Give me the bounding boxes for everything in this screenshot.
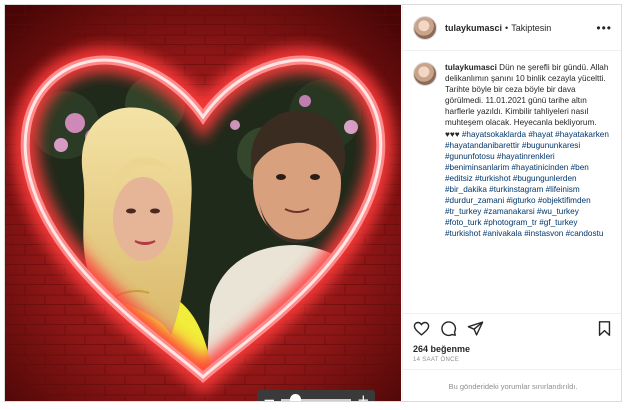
caption-text: tulaykumasci Dün ne şerefli bir gündü. A… bbox=[445, 62, 613, 310]
zoom-slider-handle[interactable] bbox=[290, 394, 301, 401]
post-header: tulaykumasci • Takiptesin ••• bbox=[403, 5, 621, 51]
header-separator: • bbox=[505, 22, 509, 33]
header-username[interactable]: tulaykumasci bbox=[445, 23, 502, 33]
zoom-in-button[interactable]: + bbox=[357, 392, 370, 401]
post-caption: tulaykumasci Dün ne şerefli bir gündü. A… bbox=[403, 52, 621, 310]
post-timestamp[interactable]: 14 SAAT ÖNCE bbox=[413, 357, 459, 363]
bookmark-icon[interactable] bbox=[596, 320, 613, 337]
like-count[interactable]: 264 beğenme bbox=[413, 344, 470, 354]
instagram-post-modal: − + tulaykumasci • Takiptesin ••• tulayk… bbox=[4, 4, 622, 402]
comments-restricted-notice: Bu gönderideki yorumlar sınırlandırıldı. bbox=[403, 369, 621, 401]
caption-hashtags[interactable]: #hayatsokaklarda #hayat #hayatakarken #h… bbox=[445, 130, 609, 239]
caption-avatar[interactable] bbox=[413, 62, 437, 86]
share-icon[interactable] bbox=[467, 320, 484, 337]
zoom-out-button[interactable]: − bbox=[263, 392, 276, 401]
action-bar bbox=[403, 313, 621, 343]
zoom-slider[interactable] bbox=[281, 394, 351, 401]
following-status[interactable]: Takiptesin bbox=[511, 23, 551, 33]
comment-icon[interactable] bbox=[440, 320, 457, 337]
post-side-panel: tulaykumasci • Takiptesin ••• tulaykumas… bbox=[402, 5, 621, 401]
caption-username[interactable]: tulaykumasci bbox=[445, 63, 497, 72]
zoom-control: − + bbox=[257, 390, 375, 401]
photo-illustration bbox=[5, 5, 401, 401]
post-photo[interactable] bbox=[5, 5, 401, 401]
more-icon[interactable]: ••• bbox=[596, 21, 612, 35]
caption-body: Dün ne şerefli bir gündü. Allah delikanl… bbox=[445, 63, 609, 139]
avatar[interactable] bbox=[413, 15, 437, 40]
heart-icon[interactable] bbox=[413, 320, 430, 337]
